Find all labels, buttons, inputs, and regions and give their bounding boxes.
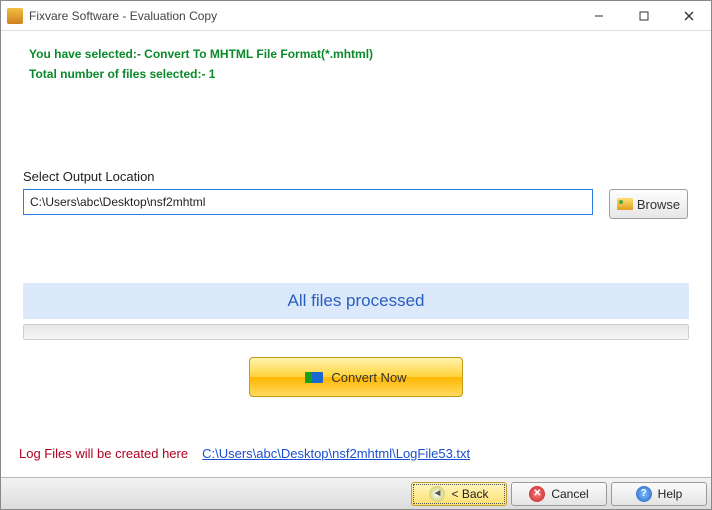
convert-icon <box>305 369 323 385</box>
back-button[interactable]: ◄ < Back <box>411 482 507 506</box>
maximize-button[interactable] <box>621 1 666 30</box>
titlebar: Fixvare Software - Evaluation Copy <box>1 1 711 31</box>
cancel-icon: ✕ <box>529 486 545 502</box>
browse-label: Browse <box>637 197 680 212</box>
close-button[interactable] <box>666 1 711 30</box>
content-area: You have selected:- Convert To MHTML Fil… <box>1 31 711 97</box>
window-title: Fixvare Software - Evaluation Copy <box>29 9 217 23</box>
convert-label: Convert Now <box>331 370 406 385</box>
minimize-button[interactable] <box>576 1 621 30</box>
cancel-button[interactable]: ✕ Cancel <box>511 482 607 506</box>
status-message: All files processed <box>23 283 689 319</box>
folder-icon <box>617 198 633 210</box>
help-label: Help <box>658 487 683 501</box>
selected-format-text: You have selected:- Convert To MHTML Fil… <box>29 47 693 61</box>
log-file-link[interactable]: C:\Users\abc\Desktop\nsf2mhtml\LogFile53… <box>202 446 470 461</box>
log-file-note: Log Files will be created here C:\Users\… <box>19 446 470 461</box>
window-buttons <box>576 1 711 30</box>
app-icon <box>7 8 23 24</box>
file-count-text: Total number of files selected:- 1 <box>29 67 693 81</box>
progress-bar <box>23 324 689 340</box>
output-path-input[interactable] <box>23 189 593 215</box>
cancel-label: Cancel <box>551 487 588 501</box>
help-button[interactable]: ? Help <box>611 482 707 506</box>
back-label: < Back <box>451 487 488 501</box>
help-icon: ? <box>636 486 652 502</box>
back-icon: ◄ <box>429 486 445 502</box>
output-location-label: Select Output Location <box>23 169 155 184</box>
convert-button[interactable]: Convert Now <box>249 357 463 397</box>
browse-button[interactable]: Browse <box>609 189 688 219</box>
log-file-label: Log Files will be created here <box>19 446 188 461</box>
bottom-button-bar: ◄ < Back ✕ Cancel ? Help <box>1 477 711 509</box>
